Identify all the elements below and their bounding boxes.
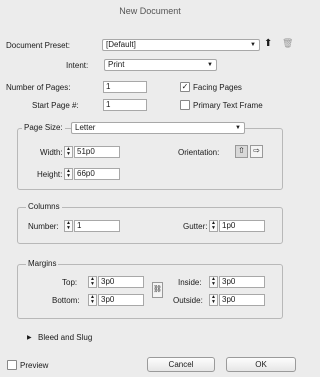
intent-label: Intent: (66, 61, 89, 70)
new-document-dialog: New Document Document Preset: [Default] … (0, 0, 300, 377)
disclosure-triangle-icon[interactable]: ▶ (27, 334, 32, 341)
gutter-label: Gutter: (183, 222, 208, 231)
width-stepper[interactable]: ▲ ▼ (64, 146, 73, 158)
margins-title: Margins (26, 259, 59, 268)
intent-value: Print (108, 60, 125, 69)
width-label: Width: (40, 148, 63, 157)
gutter-field[interactable]: 1p0 (219, 220, 265, 232)
width-field[interactable]: 51p0 (74, 146, 120, 158)
start-page-label: Start Page #: (32, 101, 79, 110)
margin-outside-field[interactable]: 3p0 (219, 294, 265, 306)
columns-number-label: Number: (28, 222, 59, 231)
margin-bottom-label: Bottom: (52, 296, 80, 305)
height-field[interactable]: 66p0 (74, 168, 120, 180)
chevron-down-icon: ▼ (235, 125, 241, 131)
margins-group (17, 264, 283, 319)
primary-text-frame-checkbox[interactable] (180, 100, 190, 110)
trash-icon[interactable]: 🗑 (282, 38, 293, 49)
document-preset-label: Document Preset: (6, 41, 71, 50)
window-title: New Document (119, 6, 181, 16)
cancel-button[interactable]: Cancel (147, 357, 215, 372)
chevron-down-icon: ▼ (207, 62, 213, 68)
number-of-pages-field[interactable]: 1 (103, 81, 147, 93)
number-of-pages-label: Number of Pages: (6, 83, 71, 92)
preview-checkbox[interactable] (7, 360, 17, 370)
columns-title: Columns (26, 202, 62, 211)
document-preset-value: [Default] (106, 40, 136, 49)
margin-outside-label: Outside: (173, 296, 203, 305)
facing-pages-label: Facing Pages (193, 83, 242, 92)
margin-inside-label: Inside: (178, 278, 202, 287)
height-label: Height: (37, 170, 63, 179)
chevron-down-icon[interactable]: ▼ (89, 282, 96, 287)
margin-top-field[interactable]: 3p0 (98, 276, 144, 288)
chevron-down-icon: ▼ (250, 42, 256, 48)
facing-pages-checkbox[interactable]: ✓ (180, 82, 190, 92)
portrait-orientation-icon[interactable]: ⇧ (235, 145, 248, 158)
margin-bottom-field[interactable]: 3p0 (98, 294, 144, 306)
margin-bottom-stepper[interactable]: ▲ ▼ (88, 294, 97, 306)
columns-number-field[interactable]: 1 (74, 220, 120, 232)
margin-top-stepper[interactable]: ▲ ▼ (88, 276, 97, 288)
page-size-group (17, 128, 283, 190)
chevron-down-icon[interactable]: ▼ (210, 282, 217, 287)
chevron-down-icon[interactable]: ▼ (65, 226, 72, 231)
intent-select[interactable]: Print ▼ (104, 59, 217, 71)
page-size-value: Letter (75, 123, 96, 132)
margin-outside-stepper[interactable]: ▲ ▼ (209, 294, 218, 306)
chevron-down-icon[interactable]: ▼ (89, 300, 96, 305)
page-size-select[interactable]: Letter ▼ (71, 122, 245, 134)
primary-text-frame-label: Primary Text Frame (193, 101, 263, 110)
start-page-field[interactable]: 1 (103, 99, 147, 111)
landscape-orientation-icon[interactable]: ⇨ (250, 145, 263, 158)
chevron-down-icon[interactable]: ▼ (210, 300, 217, 305)
document-preset-select[interactable]: [Default] ▼ (102, 39, 260, 51)
chevron-down-icon[interactable]: ▼ (210, 226, 217, 231)
chevron-down-icon[interactable]: ▼ (65, 152, 72, 157)
link-margins-icon[interactable]: ⛓ (152, 282, 163, 298)
save-preset-icon[interactable]: ⬆ (264, 38, 272, 49)
gutter-stepper[interactable]: ▲ ▼ (209, 220, 218, 232)
height-stepper[interactable]: ▲ ▼ (64, 168, 73, 180)
orientation-label: Orientation: (178, 148, 220, 157)
margin-inside-field[interactable]: 3p0 (219, 276, 265, 288)
bleed-and-slug-label[interactable]: Bleed and Slug (38, 333, 92, 342)
margin-top-label: Top: (62, 278, 78, 287)
page-size-label: Page Size: (22, 123, 65, 132)
columns-number-stepper[interactable]: ▲ ▼ (64, 220, 73, 232)
ok-button[interactable]: OK (226, 357, 296, 372)
margin-inside-stepper[interactable]: ▲ ▼ (209, 276, 218, 288)
chevron-down-icon[interactable]: ▼ (65, 174, 72, 179)
preview-label: Preview (20, 361, 49, 370)
